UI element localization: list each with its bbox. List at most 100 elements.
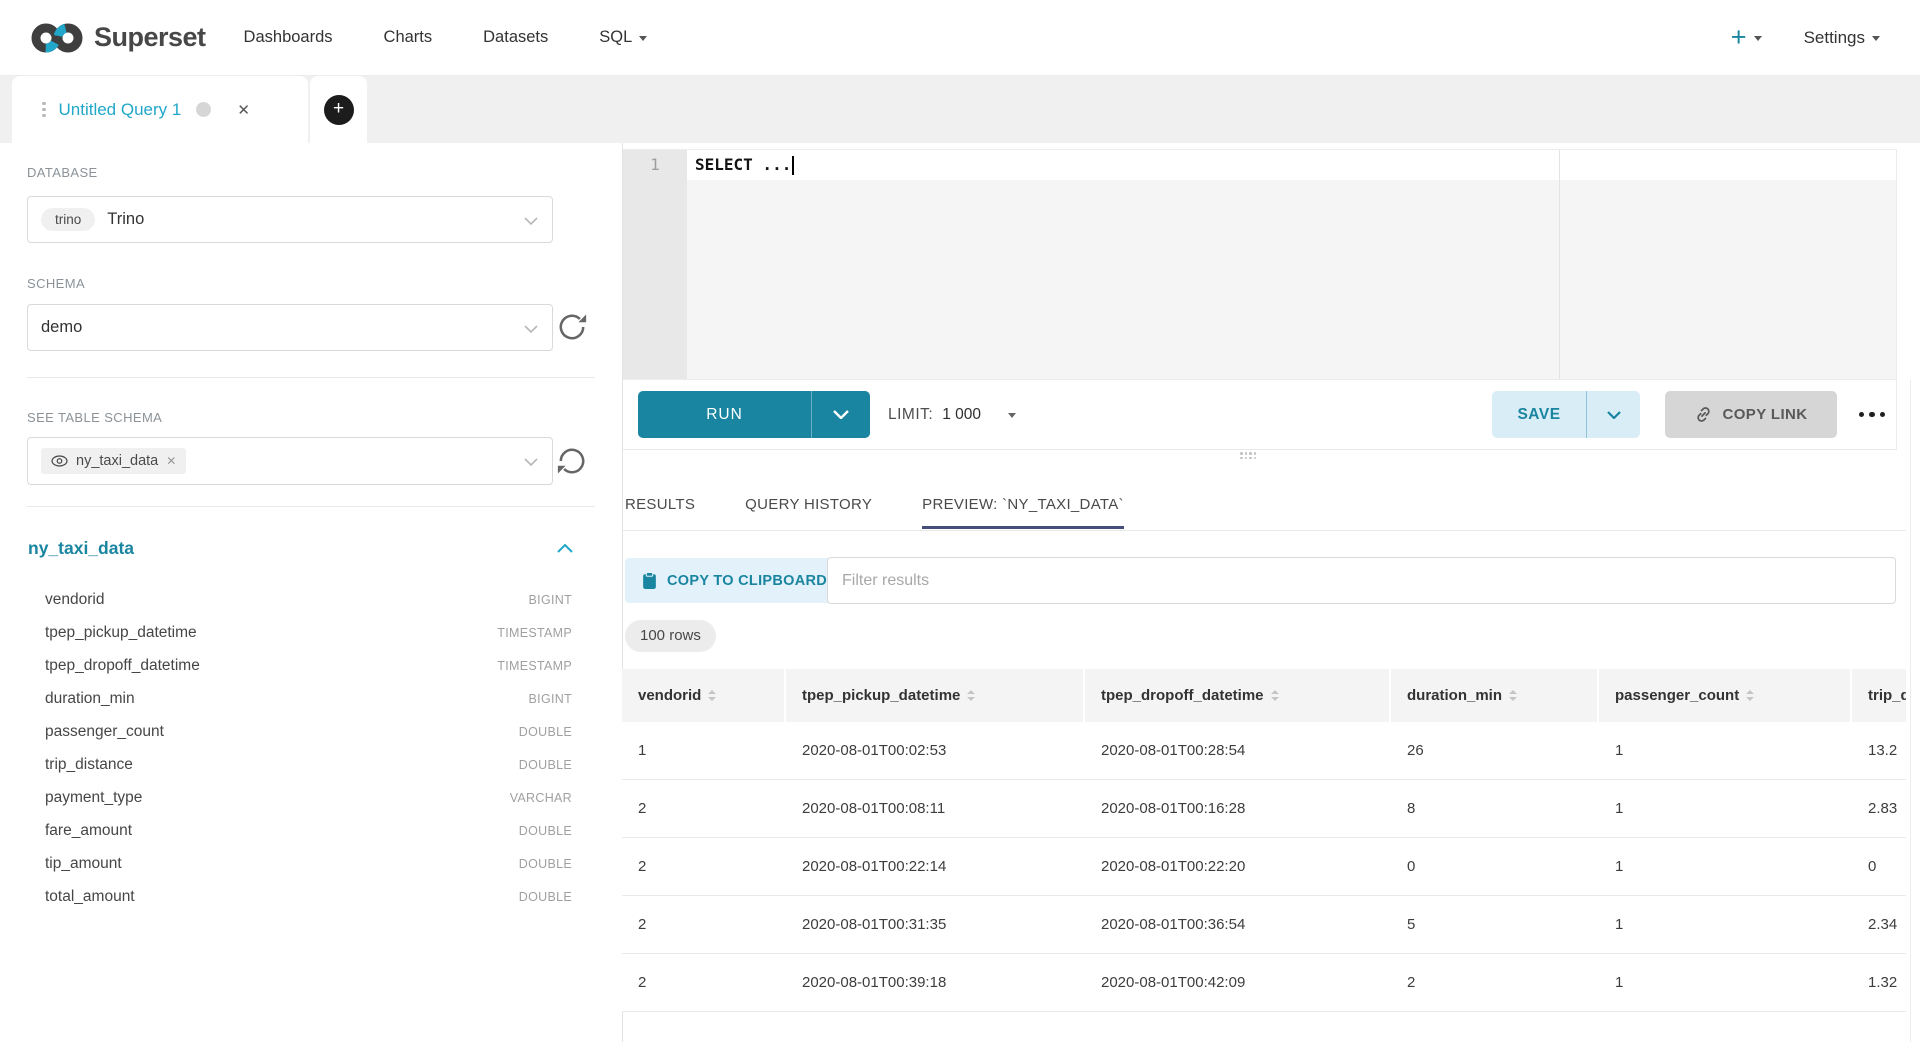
column-row-trip-distance[interactable]: trip_distance DOUBLE [27, 748, 572, 781]
header-trip-distance[interactable]: trip_distance [1852, 669, 1906, 722]
settings-menu[interactable]: Settings [1804, 28, 1880, 48]
row-count-badge: 100 rows [625, 620, 716, 652]
refresh-schema-icon[interactable] [556, 311, 588, 343]
limit-value: 1 000 [942, 406, 981, 424]
chevron-down-icon [833, 410, 849, 419]
superset-logo[interactable]: Superset [30, 20, 206, 56]
cell: 1 [622, 722, 786, 779]
run-button[interactable]: RUN [638, 391, 870, 438]
tabbar-border [623, 530, 1906, 531]
sql-editor[interactable]: SELECT ... [687, 150, 1896, 379]
column-row-payment-type[interactable]: payment_type VARCHAR [27, 781, 572, 814]
collapse-chevron-up-icon[interactable] [557, 544, 573, 553]
nav-sql[interactable]: SQL [599, 28, 647, 47]
run-options-button[interactable] [812, 391, 870, 438]
table-tag-label: ny_taxi_data [76, 453, 158, 469]
schema-select[interactable]: demo [27, 304, 553, 351]
new-item-menu[interactable]: + [1731, 24, 1762, 51]
database-value: Trino [107, 210, 144, 229]
nav-dashboards[interactable]: Dashboards [244, 28, 333, 47]
copy-link-button[interactable]: COPY LINK [1665, 391, 1837, 438]
column-name: tip_amount [45, 855, 122, 873]
table-row: 2 2020-08-01T00:08:11 2020-08-01T00:16:2… [622, 780, 1906, 838]
tab-results[interactable]: RESULTS [625, 496, 695, 529]
save-button[interactable]: SAVE [1492, 391, 1640, 438]
chevron-down-icon [1754, 36, 1762, 41]
tab-query-history[interactable]: QUERY HISTORY [745, 496, 872, 529]
cell: 0 [1852, 838, 1906, 895]
header-label: vendorid [638, 687, 701, 704]
column-list: vendorid BIGINT tpep_pickup_datetime TIM… [27, 583, 572, 913]
header-tpep-pickup-datetime[interactable]: tpep_pickup_datetime [786, 669, 1085, 722]
cell: 1 [1599, 780, 1852, 837]
column-type: BIGINT [529, 593, 572, 607]
header-tpep-dropoff-datetime[interactable]: tpep_dropoff_datetime [1085, 669, 1391, 722]
column-row-duration-min[interactable]: duration_min BIGINT [27, 682, 572, 715]
table-schema-title: ny_taxi_data [28, 538, 134, 559]
pane-resize-grip[interactable] [1240, 452, 1256, 459]
limit-dropdown[interactable]: LIMIT: 1 000 [888, 391, 1016, 438]
column-type: DOUBLE [519, 725, 572, 739]
column-type: DOUBLE [519, 824, 572, 838]
cell: 8 [1391, 780, 1599, 837]
query-tab-label: Untitled Query 1 [59, 100, 182, 120]
header-vendorid[interactable]: vendorid [622, 669, 786, 722]
column-row-tpep-dropoff-datetime[interactable]: tpep_dropoff_datetime TIMESTAMP [27, 649, 572, 682]
cell: 1 [1599, 896, 1852, 953]
column-row-passenger-count[interactable]: passenger_count DOUBLE [27, 715, 572, 748]
database-select[interactable]: trino Trino [27, 196, 553, 243]
nav-datasets[interactable]: Datasets [483, 28, 548, 47]
header-duration-min[interactable]: duration_min [1391, 669, 1599, 722]
refresh-table-icon[interactable] [556, 445, 588, 477]
cell: 2020-08-01T00:42:09 [1085, 954, 1391, 1011]
query-status-dot [196, 102, 211, 117]
cell: 2 [622, 838, 786, 895]
plus-icon: + [1731, 24, 1747, 51]
cell: 2020-08-01T00:22:20 [1085, 838, 1391, 895]
cell: 5 [1391, 896, 1599, 953]
cell: 2020-08-01T00:22:14 [786, 838, 1085, 895]
cell: 26 [1391, 722, 1599, 779]
nav-charts[interactable]: Charts [384, 28, 433, 47]
copy-link-label: COPY LINK [1722, 406, 1807, 423]
column-row-tpep-pickup-datetime[interactable]: tpep_pickup_datetime TIMESTAMP [27, 616, 572, 649]
superset-infinity-icon [30, 20, 84, 56]
line-number: 1 [623, 150, 687, 174]
scrollbar-track[interactable] [1910, 380, 1911, 1042]
copy-to-clipboard-button[interactable]: COPY TO CLIPBOARD [625, 558, 844, 603]
chevron-down-icon [639, 36, 647, 41]
cell: 1 [1599, 954, 1852, 1011]
nav-sql-label: SQL [599, 28, 632, 47]
save-options-button[interactable] [1587, 391, 1640, 438]
column-type: BIGINT [529, 692, 572, 706]
column-row-vendorid[interactable]: vendorid BIGINT [27, 583, 572, 616]
run-label[interactable]: RUN [638, 391, 812, 438]
column-type: TIMESTAMP [497, 626, 572, 640]
column-row-total-amount[interactable]: total_amount DOUBLE [27, 880, 572, 913]
header-label: tpep_pickup_datetime [802, 687, 960, 704]
cell: 2 [622, 954, 786, 1011]
chevron-down-icon [1607, 411, 1621, 419]
navbar-right: + Settings [1731, 24, 1880, 51]
close-icon[interactable]: ✕ [237, 101, 250, 119]
column-row-fare-amount[interactable]: fare_amount DOUBLE [27, 814, 572, 847]
header-passenger-count[interactable]: passenger_count [1599, 669, 1852, 722]
chevron-down-icon [1872, 36, 1880, 41]
filter-results-input[interactable] [827, 557, 1896, 604]
clipboard-icon [642, 572, 657, 590]
column-name: tpep_dropoff_datetime [45, 657, 200, 675]
add-query-tab-button[interactable]: + [310, 76, 367, 143]
divider [27, 377, 595, 378]
save-label[interactable]: SAVE [1492, 391, 1587, 438]
cell: 2020-08-01T00:28:54 [1085, 722, 1391, 779]
more-options-button[interactable] [1847, 391, 1897, 438]
drag-handle-icon[interactable] [42, 102, 46, 118]
settings-label: Settings [1804, 28, 1865, 48]
query-tab-untitled-query-1[interactable]: Untitled Query 1 ✕ [12, 76, 308, 143]
column-name: vendorid [45, 591, 104, 609]
table-row: 2 2020-08-01T00:22:14 2020-08-01T00:22:2… [622, 838, 1906, 896]
column-row-tip-amount[interactable]: tip_amount DOUBLE [27, 847, 572, 880]
tab-preview-ny-taxi-data[interactable]: PREVIEW: `NY_TAXI_DATA` [922, 496, 1124, 529]
remove-table-icon[interactable]: ✕ [166, 454, 176, 468]
table-schema-select[interactable]: ny_taxi_data ✕ [27, 437, 553, 485]
